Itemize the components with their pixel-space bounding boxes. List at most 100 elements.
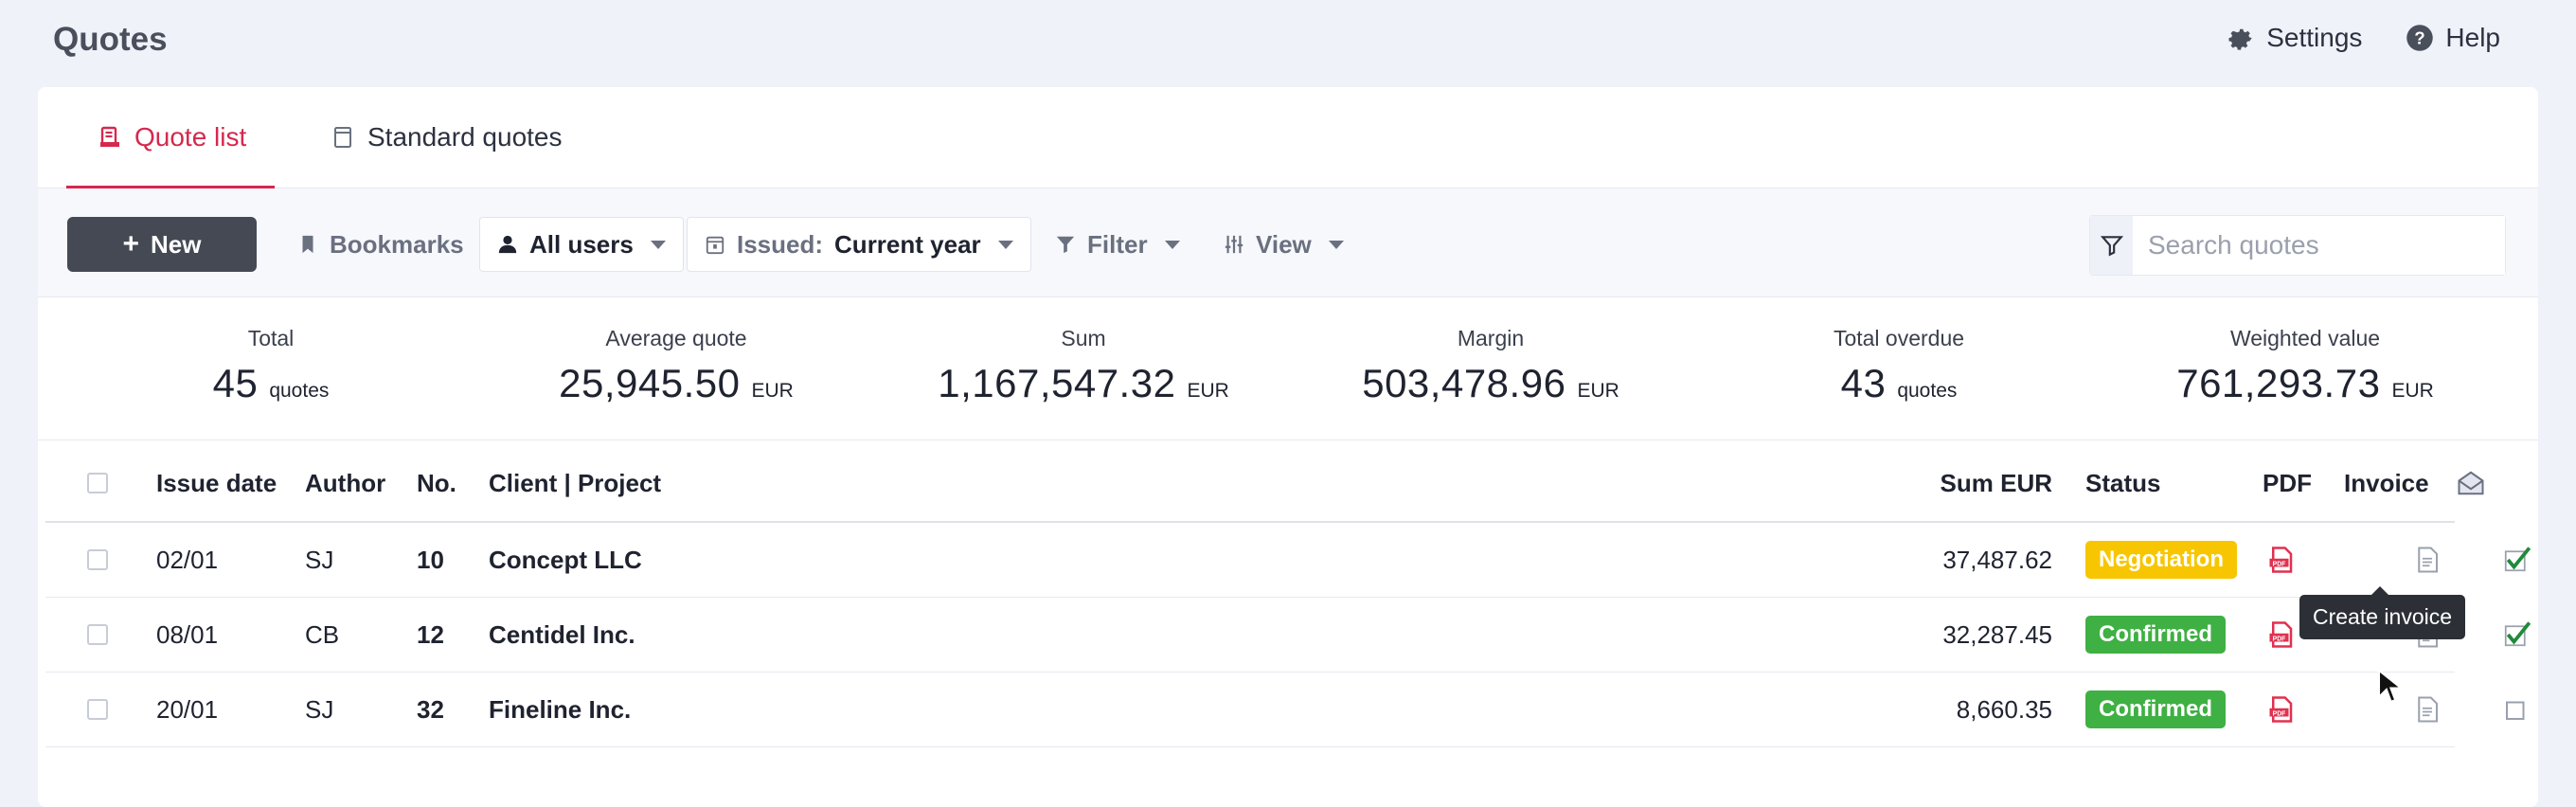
- stat-value: 1,167,547.32: [938, 361, 1176, 405]
- status-badge[interactable]: Confirmed: [2085, 616, 2226, 654]
- bookmarks-label: Bookmarks: [330, 229, 464, 259]
- settings-label: Settings: [2266, 23, 2363, 52]
- help-icon: ?: [2406, 25, 2434, 51]
- column-header-sum[interactable]: Sum EUR: [1892, 445, 2052, 521]
- bookmarks-dropdown[interactable]: Bookmarks: [258, 217, 515, 272]
- issued-date-dropdown[interactable]: Issued: Current year: [687, 217, 1031, 272]
- column-header-client[interactable]: Client | Project: [489, 445, 661, 521]
- plus-icon: +: [122, 228, 140, 260]
- client-link[interactable]: Concept LLC: [489, 523, 642, 597]
- view-label: View: [1256, 229, 1312, 259]
- chevron-down-icon: [650, 240, 666, 249]
- tab-quote-list[interactable]: Quote list: [66, 87, 276, 188]
- sent-toggle[interactable]: [2502, 523, 2531, 597]
- users-dropdown[interactable]: All users: [479, 217, 684, 272]
- invoice-document-icon: [2418, 547, 2438, 573]
- column-header-author[interactable]: Author: [305, 445, 385, 521]
- client-link[interactable]: Centidel Inc.: [489, 598, 635, 672]
- pdf-button[interactable]: PDF: [2267, 598, 2296, 672]
- table-row[interactable]: 08/01 CB 12 Centidel Inc. 32,287.45 Conf…: [45, 598, 2531, 672]
- create-invoice-button[interactable]: [2413, 672, 2442, 746]
- help-label: Help: [2445, 23, 2500, 52]
- tab-bar: Quote list Standard quotes: [38, 87, 2538, 188]
- svg-text:PDF: PDF: [2273, 710, 2286, 717]
- issue-date: 02/01: [156, 545, 219, 574]
- pdf-icon: PDF: [2269, 621, 2293, 648]
- issue-date: 20/01: [156, 694, 219, 724]
- column-header-pdf: PDF: [2263, 468, 2312, 497]
- new-quote-button[interactable]: + New: [67, 217, 257, 272]
- svg-text:PDF: PDF: [2273, 561, 2286, 567]
- stat-value: 45: [212, 361, 259, 405]
- stat-value: 43: [1840, 361, 1887, 405]
- quote-sum: 8,660.35: [1956, 694, 2052, 724]
- quote-number[interactable]: 32: [417, 672, 444, 746]
- chevron-down-icon: [1164, 240, 1180, 249]
- new-button-label: New: [151, 229, 202, 259]
- quotes-table: Issue date Author No. Client | Project S…: [45, 445, 2531, 747]
- document-icon: [334, 127, 351, 148]
- settings-button[interactable]: Settings: [2227, 23, 2362, 53]
- search-input[interactable]: [2133, 216, 2505, 275]
- stat-sum: Sum 1,167,547.32 EUR: [938, 326, 1229, 406]
- chevron-down-icon: [997, 240, 1013, 249]
- client-link[interactable]: Fineline Inc.: [489, 672, 631, 746]
- create-invoice-tooltip: Create invoice: [2299, 586, 2466, 639]
- column-header-no[interactable]: No.: [417, 445, 456, 521]
- issued-value: Current year: [834, 229, 981, 259]
- status-badge[interactable]: Confirmed: [2085, 690, 2226, 728]
- issued-label: Issued:: [737, 229, 824, 259]
- svg-text:PDF: PDF: [2273, 636, 2286, 642]
- pdf-button[interactable]: PDF: [2267, 672, 2296, 746]
- stat-unit: EUR: [2391, 380, 2434, 402]
- sliders-icon: [1225, 235, 1243, 254]
- author: CB: [305, 619, 340, 649]
- stat-unit: quotes: [1897, 380, 1958, 402]
- sent-toggle[interactable]: [2502, 672, 2531, 746]
- pdf-button[interactable]: PDF: [2267, 523, 2296, 597]
- toolbar: + New Bookmarks All users Issued: Curren…: [38, 188, 2538, 297]
- quote-number[interactable]: 10: [417, 523, 444, 597]
- view-dropdown[interactable]: View: [1205, 217, 1363, 272]
- quote-sum: 37,487.62: [1942, 545, 2052, 574]
- chevron-down-icon: [1328, 240, 1344, 249]
- table-row[interactable]: 20/01 SJ 32 Fineline Inc. 8,660.35 Confi…: [45, 672, 2525, 747]
- quote-number[interactable]: 12: [417, 598, 444, 672]
- stat-label: Total overdue: [1833, 326, 1965, 350]
- column-header-issue-date[interactable]: Issue date: [156, 445, 277, 521]
- stat-average-quote: Average quote 25,945.50 EUR: [559, 326, 794, 406]
- stat-label: Total: [247, 326, 295, 350]
- sent-toggle[interactable]: [2502, 598, 2531, 672]
- table-row[interactable]: 02/01 SJ 10 Concept LLC 37,487.62 Negoti…: [45, 523, 2531, 598]
- quote-list-icon: [100, 126, 119, 147]
- create-invoice-button[interactable]: [2413, 523, 2442, 597]
- search-filter-button[interactable]: [2090, 216, 2133, 275]
- author: SJ: [305, 694, 334, 724]
- column-header-status[interactable]: Status: [2085, 445, 2160, 521]
- help-button[interactable]: ? Help: [2406, 23, 2500, 53]
- row-checkbox[interactable]: [87, 699, 108, 720]
- filter-icon: [1056, 236, 1075, 254]
- pdf-icon: PDF: [2269, 696, 2293, 723]
- tab-standard-quotes[interactable]: Standard quotes: [313, 87, 581, 188]
- stat-value: 503,478.96: [1362, 361, 1566, 405]
- summary-stats: Total 45 quotes Average quote 25,945.50 EU…: [38, 297, 2538, 440]
- filter-dropdown[interactable]: Filter: [1036, 217, 1199, 272]
- stat-label: Margin: [1457, 326, 1525, 350]
- svg-text:?: ?: [2415, 27, 2425, 47]
- row-checkbox[interactable]: [87, 624, 108, 645]
- users-label: All users: [529, 229, 634, 259]
- empty-checkbox-icon: [2506, 701, 2525, 720]
- stat-total: Total 45 quotes: [213, 326, 330, 406]
- tab-quote-list-label: Quote list: [134, 122, 247, 152]
- stat-value: 25,945.50: [559, 361, 741, 405]
- row-checkbox[interactable]: [87, 549, 108, 570]
- tab-standard-quotes-label: Standard quotes: [367, 122, 563, 152]
- stat-unit: EUR: [1187, 380, 1229, 402]
- bookmark-icon: [302, 235, 313, 254]
- envelope-open-icon: [2458, 471, 2484, 495]
- select-all-checkbox[interactable]: [87, 473, 108, 493]
- status-badge[interactable]: Negotiation: [2085, 541, 2237, 579]
- stat-value: 761,293.73: [2176, 361, 2381, 405]
- page-title: Quotes: [53, 21, 168, 58]
